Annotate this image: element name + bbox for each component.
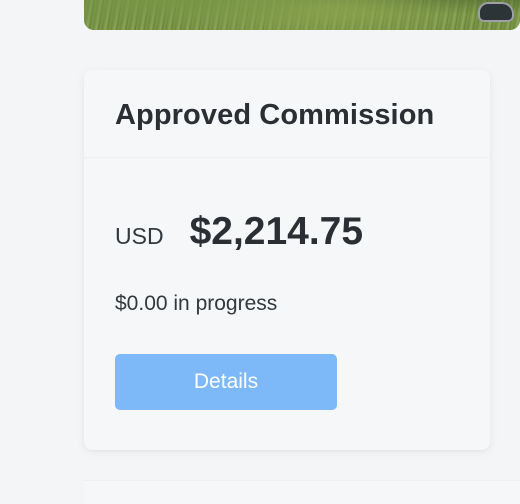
page: Approved Commission USD $2,214.75 $0.00 … [0, 0, 520, 504]
card-title: Approved Commission [115, 99, 435, 131]
amount-row: USD $2,214.75 [115, 210, 363, 254]
details-button[interactable]: Details [115, 354, 337, 410]
next-card-edge [84, 480, 520, 504]
currency-label: USD [115, 223, 164, 249]
commission-amount: $2,214.75 [189, 210, 364, 253]
banner-photo-object [478, 2, 514, 22]
in-progress-text: $0.00 in progress [115, 292, 278, 315]
card-header: Approved Commission [84, 70, 490, 158]
approved-commission-card: Approved Commission USD $2,214.75 $0.00 … [84, 70, 490, 450]
banner-image [84, 0, 520, 30]
